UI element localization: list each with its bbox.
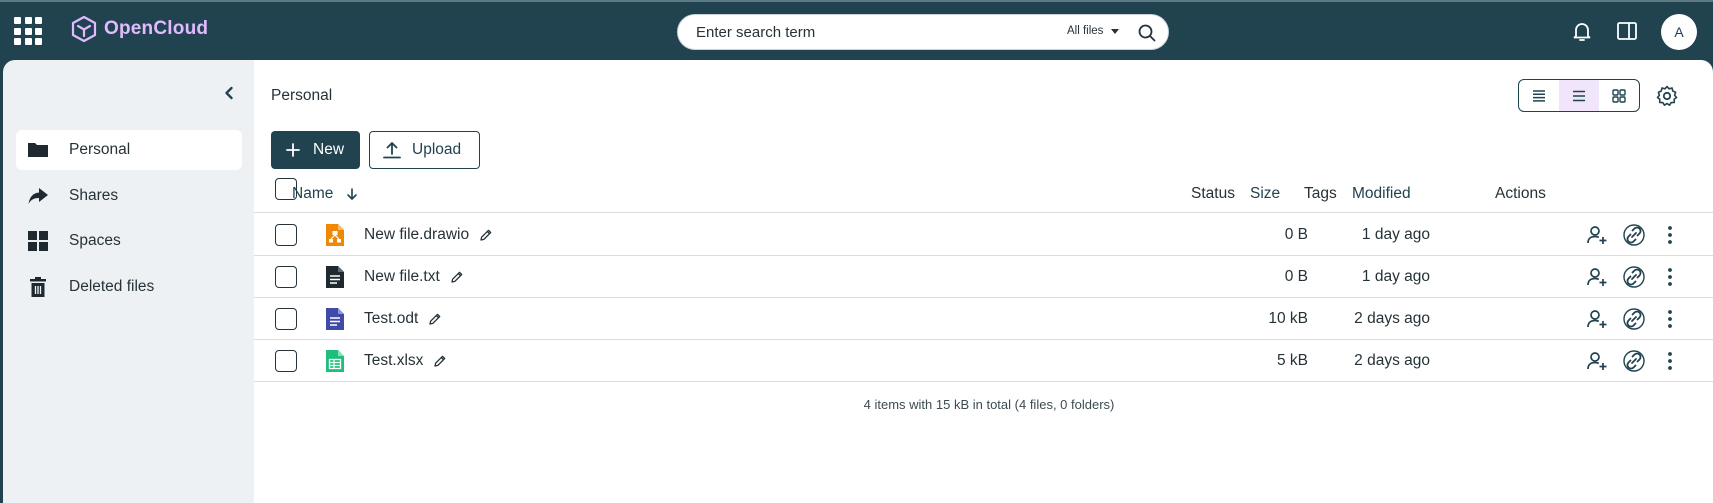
drawio-file-icon: [326, 224, 344, 246]
add-share-icon[interactable]: [1585, 307, 1609, 331]
row-checkbox[interactable]: [275, 224, 297, 246]
arrow-down-icon: [347, 188, 358, 200]
file-modified: 1 day ago: [1361, 226, 1430, 243]
column-name-label: Name: [292, 185, 334, 202]
plus-icon: [286, 143, 300, 157]
folder-icon: [28, 143, 48, 157]
sidebar-item-label: Spaces: [69, 232, 121, 249]
column-size-header[interactable]: Size: [1250, 185, 1280, 203]
add-share-icon[interactable]: [1585, 349, 1609, 373]
row-checkbox[interactable]: [275, 266, 297, 288]
sidebar-item-shares[interactable]: Shares: [16, 176, 242, 216]
bell-icon[interactable]: [1570, 19, 1594, 43]
sidebar-item-personal[interactable]: Personal: [16, 130, 242, 170]
search-icon[interactable]: [1137, 23, 1157, 43]
file-size: 10 kB: [1268, 310, 1308, 327]
file-name-label: New file.drawio: [364, 226, 470, 243]
sidebar-item-label: Personal: [69, 141, 131, 158]
more-options-icon[interactable]: [1658, 349, 1682, 373]
file-name[interactable]: Test.odt: [364, 310, 442, 328]
list-icon: [1573, 90, 1585, 101]
view-tiles-button[interactable]: [1599, 80, 1639, 111]
table-row[interactable]: Test.odt 10 kB 2 days ago: [254, 298, 1713, 340]
file-name-label: Test.odt: [364, 310, 419, 327]
link-icon[interactable]: [1622, 307, 1646, 331]
side-panel-icon[interactable]: [1615, 19, 1639, 43]
document-file-icon: [326, 308, 344, 330]
spaces-icon: [28, 231, 48, 251]
column-modified-header[interactable]: Modified: [1352, 185, 1411, 203]
text-file-icon: [326, 266, 344, 288]
column-status-header: Status: [1191, 185, 1235, 202]
pencil-icon[interactable]: [450, 270, 464, 284]
condensed-list-icon: [1533, 89, 1545, 102]
chevron-left-icon[interactable]: [221, 85, 237, 101]
user-avatar[interactable]: A: [1661, 14, 1697, 50]
main-content: Personal New Upload Name Status Size Tag…: [254, 60, 1713, 503]
opencloud-logo-icon: [71, 15, 97, 43]
add-share-icon[interactable]: [1585, 265, 1609, 289]
more-options-icon[interactable]: [1658, 307, 1682, 331]
column-actions-header: Actions: [1495, 185, 1546, 202]
pencil-icon[interactable]: [428, 312, 442, 326]
file-name-label: Test.xlsx: [364, 352, 424, 369]
app-name: OpenCloud: [104, 18, 209, 39]
column-name-header[interactable]: Name: [292, 185, 359, 203]
sidebar-item-spaces[interactable]: Spaces: [16, 221, 242, 261]
pencil-icon[interactable]: [433, 354, 447, 368]
link-icon[interactable]: [1622, 223, 1646, 247]
table-header: Name Status Size Tags Modified Actions: [254, 173, 1713, 213]
app-switcher-icon[interactable]: [14, 17, 42, 45]
file-name[interactable]: Test.xlsx: [364, 352, 447, 370]
sidebar: Personal Shares Spaces Deleted files: [3, 60, 254, 503]
file-modified: 2 days ago: [1354, 352, 1430, 369]
gear-icon[interactable]: [1655, 84, 1679, 108]
column-tags-header: Tags: [1304, 185, 1337, 202]
file-name-label: New file.txt: [364, 268, 440, 285]
row-checkbox[interactable]: [275, 308, 297, 330]
share-icon: [28, 187, 48, 204]
sidebar-item-deleted-files[interactable]: Deleted files: [16, 267, 242, 307]
sidebar-item-label: Shares: [69, 186, 119, 204]
add-share-icon[interactable]: [1585, 223, 1609, 247]
view-list-button[interactable]: [1559, 80, 1599, 111]
caret-down-icon: [1111, 28, 1120, 34]
file-size: 5 kB: [1276, 352, 1308, 369]
table-row[interactable]: New file.txt 0 B 1 day ago: [254, 256, 1713, 298]
top-bar: OpenCloud All files A: [0, 0, 1713, 59]
upload-button[interactable]: Upload: [369, 131, 480, 169]
search-input[interactable]: [696, 24, 1036, 41]
more-options-icon[interactable]: [1658, 265, 1682, 289]
file-size: 0 B: [1284, 268, 1308, 285]
list-summary: 4 items with 15 kB in total (4 files, 0 …: [863, 397, 1115, 412]
file-modified: 1 day ago: [1361, 268, 1430, 285]
file-modified: 2 days ago: [1354, 310, 1430, 327]
row-checkbox[interactable]: [275, 350, 297, 372]
tiles-icon: [1612, 88, 1626, 103]
new-button-label: New: [313, 141, 345, 158]
spreadsheet-file-icon: [326, 350, 344, 372]
sidebar-nav: Personal Shares Spaces Deleted files: [16, 130, 242, 312]
search-scope-label: All files: [1067, 25, 1104, 37]
file-name[interactable]: New file.drawio: [364, 226, 493, 244]
search-bar: All files: [677, 14, 1169, 50]
table-row[interactable]: New file.drawio 0 B 1 day ago: [254, 214, 1713, 256]
upload-button-label: Upload: [412, 141, 462, 158]
app-logo[interactable]: OpenCloud: [70, 15, 208, 43]
search-scope-dropdown[interactable]: All files: [1067, 25, 1120, 37]
upload-icon: [383, 142, 401, 159]
sidebar-item-label: Deleted files: [69, 277, 155, 295]
link-icon[interactable]: [1622, 349, 1646, 373]
file-name[interactable]: New file.txt: [364, 268, 464, 286]
view-mode-switch: [1518, 79, 1640, 112]
pencil-icon[interactable]: [479, 228, 493, 242]
breadcrumb[interactable]: Personal: [271, 87, 332, 105]
trash-icon: [30, 276, 46, 297]
view-condensed-button[interactable]: [1519, 80, 1559, 111]
new-button[interactable]: New: [271, 131, 360, 169]
link-icon[interactable]: [1622, 265, 1646, 289]
table-row[interactable]: Test.xlsx 5 kB 2 days ago: [254, 340, 1713, 382]
more-options-icon[interactable]: [1658, 223, 1682, 247]
file-size: 0 B: [1284, 226, 1308, 243]
